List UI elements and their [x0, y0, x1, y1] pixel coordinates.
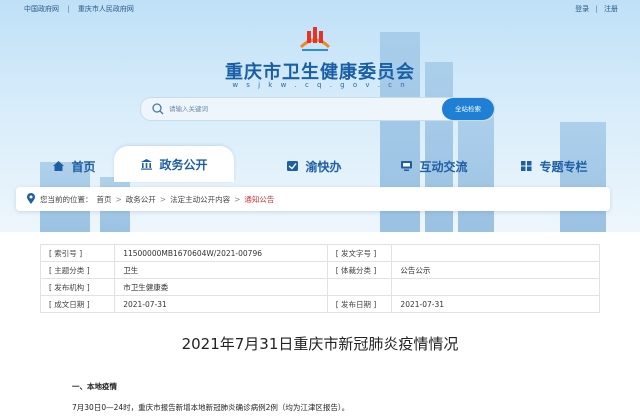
breadcrumb-arrow: >	[159, 194, 167, 204]
tab-government-affairs[interactable]: 政务公开	[114, 146, 234, 182]
table-row: [ 索引号 ] 11500000MB1670604W/2021-00796 [ …	[39, 244, 600, 262]
separator: |	[595, 5, 598, 13]
meta-value	[391, 278, 600, 296]
home-icon	[53, 161, 65, 171]
tab-label: 渝快办	[305, 159, 342, 174]
meta-key: [ 发布日期 ]	[326, 295, 393, 313]
meta-key: [ 体裁分类 ]	[326, 261, 393, 279]
government-building-icon	[141, 159, 153, 170]
tab-topics[interactable]: 专题专栏	[494, 152, 614, 180]
breadcrumb-prefix: 您当前的位置：	[40, 194, 93, 204]
tab-label: 政务公开	[159, 157, 208, 172]
meta-value: 2021-07-31	[114, 295, 328, 313]
chat-monitor-icon	[401, 161, 413, 171]
breadcrumb-arrow: >	[115, 194, 122, 204]
meta-value: 市卫生健康委	[114, 278, 328, 296]
article-paragraph: 7月30日0—24时，重庆市报告新增本地新冠肺炎确诊病例2例（均为江津区报告）。	[72, 403, 350, 412]
tab-label: 互动交流	[419, 159, 468, 174]
search-bar: 全站检索	[140, 97, 495, 121]
breadcrumb-home[interactable]: 首页	[97, 194, 112, 205]
table-row: [ 发布机构 ] 市卫生健康委	[39, 278, 600, 296]
commission-logo-icon	[299, 27, 331, 51]
service-grid-icon	[287, 161, 299, 171]
meta-key: [ 索引号 ]	[39, 244, 116, 262]
location-pin-icon	[27, 193, 35, 204]
meta-value: 卫生	[114, 261, 328, 279]
main-nav: 首页 政务公开 渝快办 互动交流 专题专栏	[14, 146, 626, 182]
site-search-button[interactable]: 全站检索	[442, 98, 494, 120]
article-title: 2021年7月31日重庆市新冠肺炎疫情情况	[181, 335, 459, 353]
breadcrumb-statutory[interactable]: 法定主动公开内容	[170, 194, 230, 205]
meta-key: [ 成文日期 ]	[39, 295, 116, 313]
search-input[interactable]	[169, 102, 409, 115]
top-utility-bar: 中国政府网 | 重庆市人民政府网 登录 | 注册	[0, 4, 640, 16]
tab-label: 首页	[71, 159, 96, 174]
meta-key: [ 发布机构 ]	[39, 278, 116, 296]
table-row: [ 成文日期 ] 2021-07-31 [ 发布日期 ] 2021-07-31	[39, 295, 600, 313]
login-link[interactable]: 登录	[575, 5, 589, 13]
tab-yukuaiban[interactable]: 渝快办	[254, 152, 374, 180]
register-link[interactable]: 注册	[604, 5, 618, 13]
topic-grid-icon	[521, 161, 532, 171]
breadcrumb-gov-affairs[interactable]: 政务公开	[126, 194, 156, 205]
tab-label: 专题专栏	[539, 159, 588, 174]
link-chongqing-gov[interactable]: 重庆市人民政府网	[78, 5, 134, 13]
meta-value: 11500000MB1670604W/2021-00796	[114, 244, 328, 262]
section-heading: 一、本地疫情	[72, 382, 117, 391]
meta-key: [ 主题分类 ]	[39, 261, 116, 279]
document-metadata-table: [ 索引号 ] 11500000MB1670604W/2021-00796 [ …	[39, 244, 600, 313]
separator: |	[67, 5, 70, 13]
tab-interaction[interactable]: 互动交流	[374, 152, 494, 180]
meta-value: 2021-07-31	[391, 295, 600, 313]
site-domain: w s j k w . c q . g o v . c n	[232, 81, 408, 89]
breadcrumb-arrow: >	[234, 194, 241, 204]
breadcrumb: 您当前的位置： 首页 > 政务公开 > 法定主动公开内容 > 通知公告	[16, 187, 610, 211]
search-icon	[152, 103, 164, 115]
breadcrumb-current[interactable]: 通知公告	[244, 194, 274, 205]
meta-key: [ 发文字号 ]	[326, 244, 393, 262]
meta-value: 公告公示	[391, 261, 600, 279]
table-row: [ 主题分类 ] 卫生 [ 体裁分类 ] 公告公示	[39, 261, 600, 279]
meta-key	[326, 278, 393, 296]
meta-value	[391, 244, 600, 262]
link-china-gov[interactable]: 中国政府网	[24, 5, 59, 13]
